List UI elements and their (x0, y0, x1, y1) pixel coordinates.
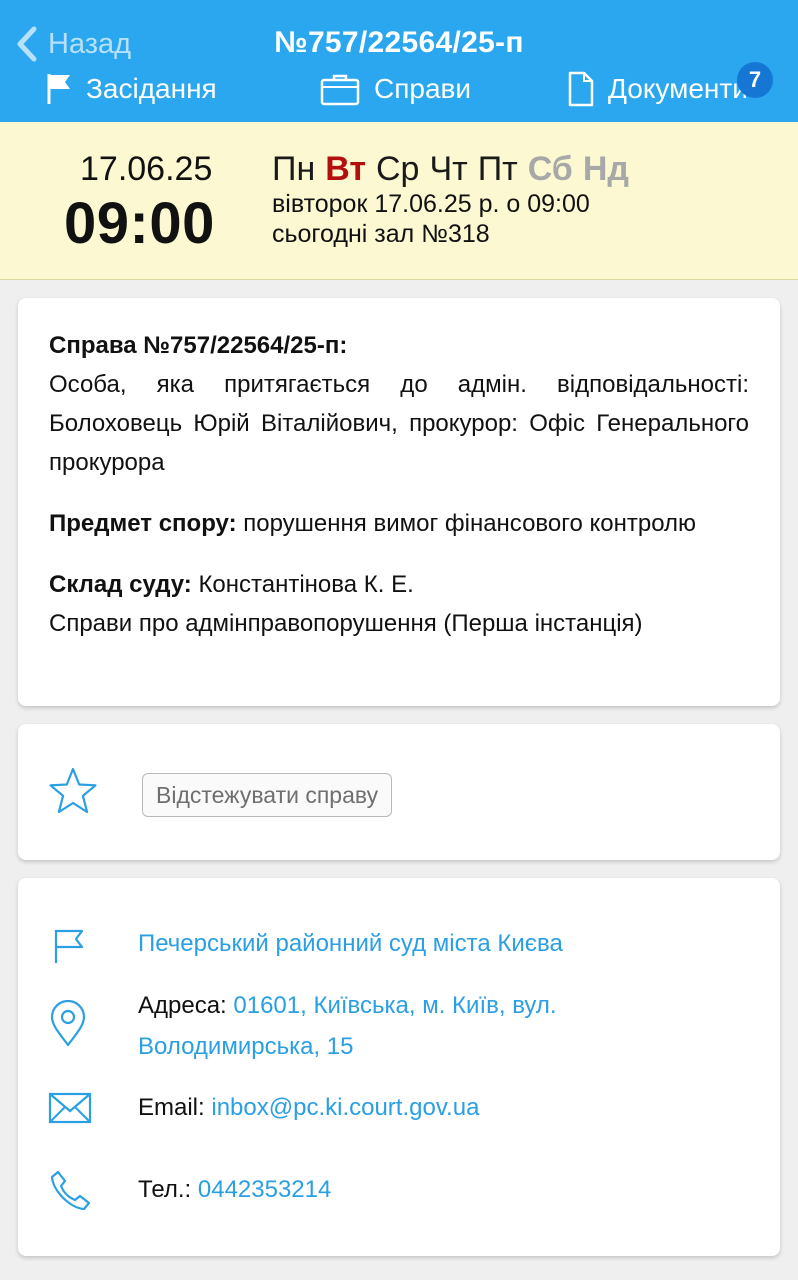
documents-count-badge: 7 (737, 62, 773, 98)
weekday-tue: Вт (325, 150, 366, 188)
case-details-card: Справа №757/22564/25-п: Особа, яка притя… (18, 298, 780, 706)
weekday-thu: Чт (429, 150, 468, 188)
hearing-date: 17.06.25 (80, 150, 213, 188)
flag-outline-icon (54, 929, 84, 963)
case-subject-value: порушення вимог фінансового контролю (236, 510, 697, 537)
flag-icon (47, 74, 70, 104)
tab-meetings[interactable]: Засідання (46, 64, 217, 114)
address-line-2[interactable]: Володимирська, 15 (138, 1033, 354, 1060)
weekday-fri: Пт (477, 150, 518, 188)
address-label: Адреса: (138, 992, 234, 1019)
court-name-link[interactable]: Печерський районний суд міста Києва (138, 923, 758, 964)
court-address: Адреса: 01601, Київська, м. Київ, вул. В… (138, 985, 758, 1067)
follow-case-button[interactable]: Відстежувати справу (142, 773, 393, 817)
hearing-room: сьогодні зал №318 (272, 220, 490, 248)
court-composition-label: Склад суду: (49, 571, 192, 598)
weekday-mon: Пн (272, 150, 316, 188)
case-parties-text: Особа, яка притягається до адмін. відпов… (49, 371, 749, 476)
tab-documents-label: Документи (608, 73, 748, 104)
tab-cases-label: Справи (374, 73, 472, 104)
court-info-card: Печерський районний суд міста Києва Адре… (18, 878, 780, 1256)
address-line-1[interactable]: 01601, Київська, м. Київ, вул. (233, 992, 556, 1019)
case-court-composition: Склад суду: Константінова К. Е. Справи п… (49, 565, 749, 643)
star-icon[interactable] (48, 766, 98, 816)
phone-link[interactable]: 0442353214 (198, 1176, 331, 1203)
phone-icon (50, 1170, 91, 1211)
top-bar: Назад №757/22564/25-п Засідання Справи Д… (0, 0, 798, 122)
envelope-icon (48, 1092, 92, 1124)
phone-label: Тел.: (138, 1176, 198, 1203)
court-email: Email: inbox@pc.ki.court.gov.ua (138, 1087, 758, 1128)
court-phone: Тел.: 0442353214 (138, 1169, 758, 1210)
email-link[interactable]: inbox@pc.ki.court.gov.ua (211, 1094, 479, 1121)
hearing-full-datetime: вівторок 17.06.25 р. о 09:00 (272, 190, 590, 218)
document-icon (568, 71, 594, 107)
case-subject-label: Предмет спору: (49, 510, 237, 537)
follow-card: Відстежувати справу (18, 724, 780, 860)
location-pin-icon (50, 1000, 86, 1047)
case-category: Справи про адмінправопорушення (Перша ін… (49, 610, 643, 637)
schedule-band: 17.06.25 09:00 Пн Вт Ср Чт Пт Сб Нд вівт… (0, 122, 798, 280)
briefcase-icon (320, 74, 360, 106)
case-heading: Справа №757/22564/25-п: (49, 332, 348, 359)
tab-meetings-label: Засідання (86, 73, 217, 104)
weekday-sat: Сб (527, 150, 573, 188)
case-parties: Справа №757/22564/25-п: Особа, яка притя… (49, 326, 749, 482)
page-title: №757/22564/25-п (274, 26, 524, 59)
weekday-strip: Пн Вт Ср Чт Пт Сб Нд (272, 150, 629, 189)
court-composition-value: Константінова К. Е. (191, 571, 414, 598)
case-subject: Предмет спору: порушення вимог фінансово… (49, 504, 749, 543)
weekday-sun: Нд (582, 150, 629, 188)
tab-cases[interactable]: Справи (320, 64, 471, 114)
weekday-wed: Ср (375, 150, 420, 188)
hearing-time: 09:00 (64, 191, 215, 256)
email-label: Email: (138, 1094, 212, 1121)
